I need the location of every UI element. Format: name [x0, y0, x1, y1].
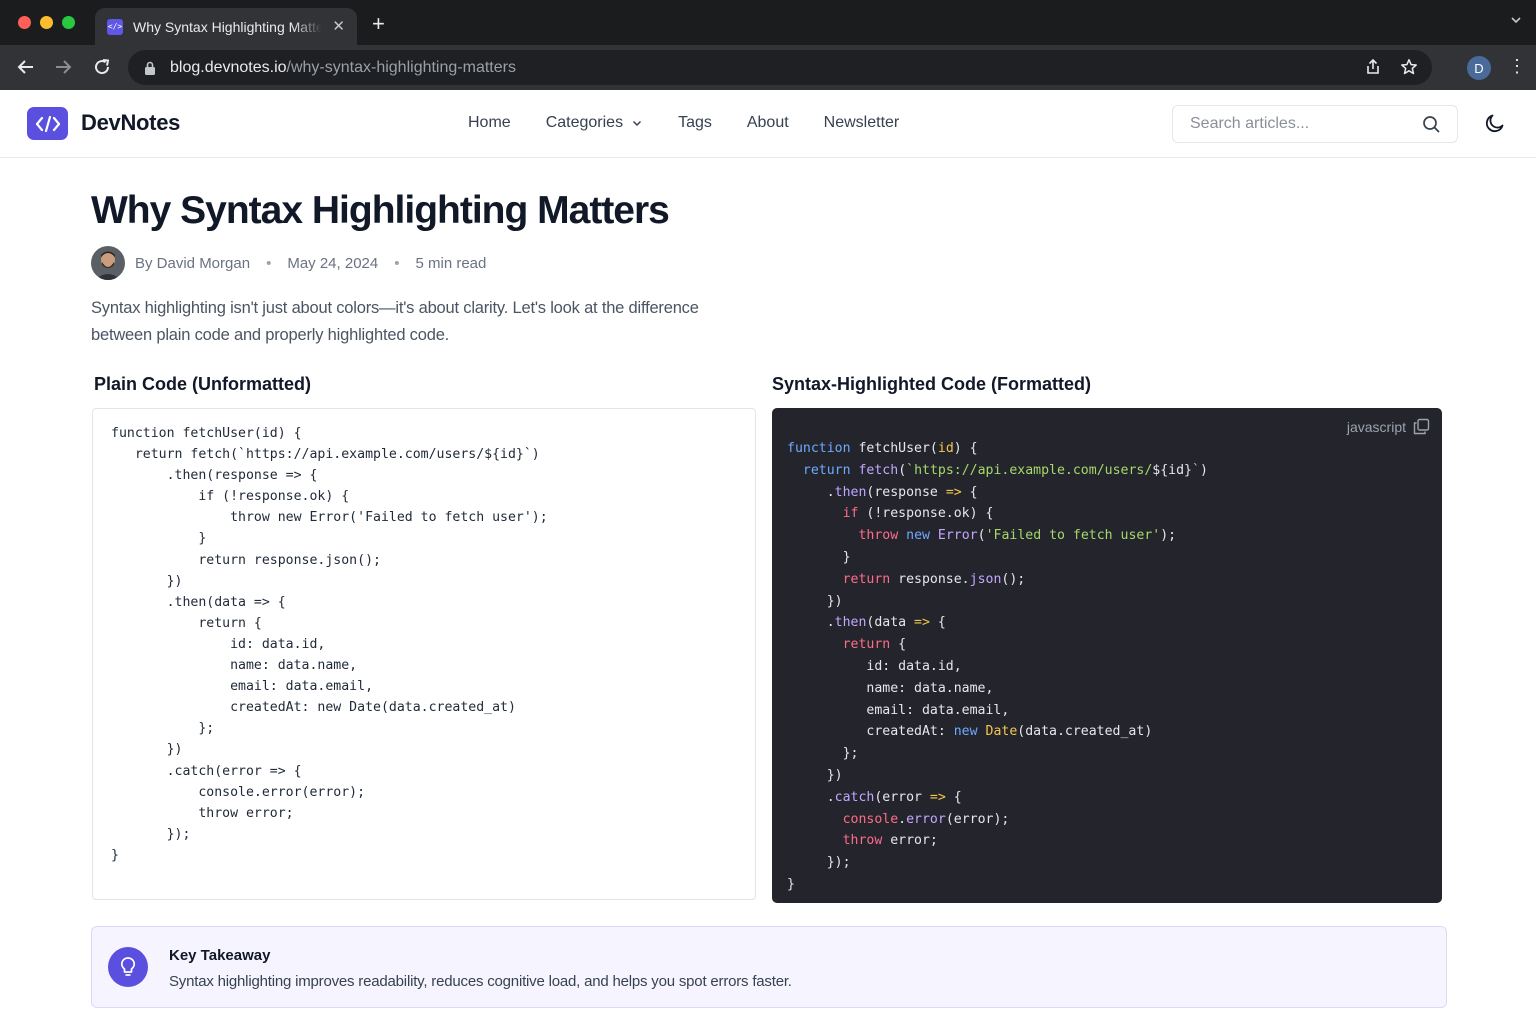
search-icon[interactable]	[1422, 115, 1441, 139]
browser-menu-icon[interactable]: ⋮	[1508, 57, 1526, 75]
read-time: 5 min read	[415, 254, 487, 272]
publish-date: May 24, 2024	[287, 254, 379, 272]
site-brand[interactable]: DevNotes	[81, 110, 180, 136]
tab-close-icon[interactable]: ✕	[332, 19, 345, 34]
site-header: DevNotes Home Categories Tags About News…	[0, 90, 1536, 158]
nav-categories[interactable]: Categories	[546, 114, 643, 132]
takeaway-title: Key Takeaway	[169, 947, 271, 964]
dark-mode-moon-icon[interactable]	[1484, 112, 1506, 139]
logo-code-icon[interactable]	[27, 107, 68, 140]
copy-icon[interactable]	[1413, 418, 1430, 440]
nav-about[interactable]: About	[747, 114, 789, 132]
tab-strip: </> Why Syntax Highlighting Matters ✕ +	[0, 0, 1536, 45]
reload-icon[interactable]	[90, 55, 114, 79]
author-avatar[interactable]	[91, 246, 125, 280]
plain-code: function fetchUser(id) { return fetch(`h…	[111, 426, 548, 863]
plain-code-heading: Plain Code (Unformatted)	[94, 374, 312, 394]
code-favicon-icon: </>	[107, 18, 123, 35]
article-title: Why Syntax Highlighting Matters	[91, 189, 670, 232]
tab-title: Why Syntax Highlighting Matters	[133, 18, 323, 35]
browser-chrome: </> Why Syntax Highlighting Matters ✕ + …	[0, 0, 1536, 90]
new-tab-button[interactable]: +	[372, 13, 385, 35]
article-lead: Syntax highlighting isn't just about col…	[91, 299, 699, 344]
nav-newsletter[interactable]: Newsletter	[824, 114, 900, 132]
main-nav: Home Categories Tags About Newsletter	[468, 114, 899, 132]
close-window-button[interactable]	[18, 16, 31, 29]
code-language-label: javascript	[1346, 419, 1406, 435]
author-name[interactable]: By David Morgan	[135, 255, 250, 272]
browser-tab-active[interactable]: </> Why Syntax Highlighting Matters ✕	[95, 8, 357, 45]
article-meta: By David Morgan • May 24, 2024 • 5 min r…	[91, 246, 486, 280]
maximize-window-button[interactable]	[62, 16, 75, 29]
highlighted-code-block[interactable]: javascript function fetchUser(id) { retu…	[772, 408, 1442, 903]
address-bar[interactable]: blog.devnotes.io/why-syntax-highlighting…	[128, 50, 1432, 85]
url-text: blog.devnotes.io/why-syntax-highlighting…	[170, 59, 516, 77]
search-box	[1172, 105, 1458, 143]
back-arrow-icon[interactable]	[14, 55, 38, 79]
search-input[interactable]	[1190, 115, 1410, 133]
meta-separator: •	[266, 254, 272, 272]
profile-avatar[interactable]: D	[1467, 56, 1491, 80]
nav-home[interactable]: Home	[468, 114, 511, 132]
key-takeaway-callout: Key Takeaway Syntax highlighting improve…	[91, 926, 1447, 1008]
share-icon[interactable]	[1364, 58, 1382, 81]
tab-search-chevron-icon[interactable]	[1510, 14, 1522, 29]
nav-categories-label: Categories	[545, 114, 624, 131]
minimize-window-button[interactable]	[40, 16, 53, 29]
highlighted-code-heading: Syntax-Highlighted Code (Formatted)	[772, 374, 1091, 394]
forward-arrow-icon[interactable]	[51, 55, 75, 79]
url-path: /why-syntax-highlighting-matters	[286, 58, 516, 76]
chevron-down-icon	[633, 120, 642, 127]
meta-separator: •	[394, 254, 400, 272]
lightbulb-icon	[108, 947, 148, 987]
nav-tags[interactable]: Tags	[678, 114, 712, 132]
takeaway-text: Syntax highlighting improves readability…	[169, 973, 792, 990]
browser-toolbar: blog.devnotes.io/why-syntax-highlighting…	[0, 45, 1536, 90]
bookmark-star-icon[interactable]	[1400, 58, 1418, 81]
url-domain: blog.devnotes.io	[170, 58, 287, 76]
plain-code-block[interactable]: function fetchUser(id) { return fetch(`h…	[92, 408, 756, 900]
highlighted-code: function fetchUser(id) { return fetch(`h…	[787, 441, 1208, 892]
lock-icon[interactable]	[144, 61, 156, 75]
